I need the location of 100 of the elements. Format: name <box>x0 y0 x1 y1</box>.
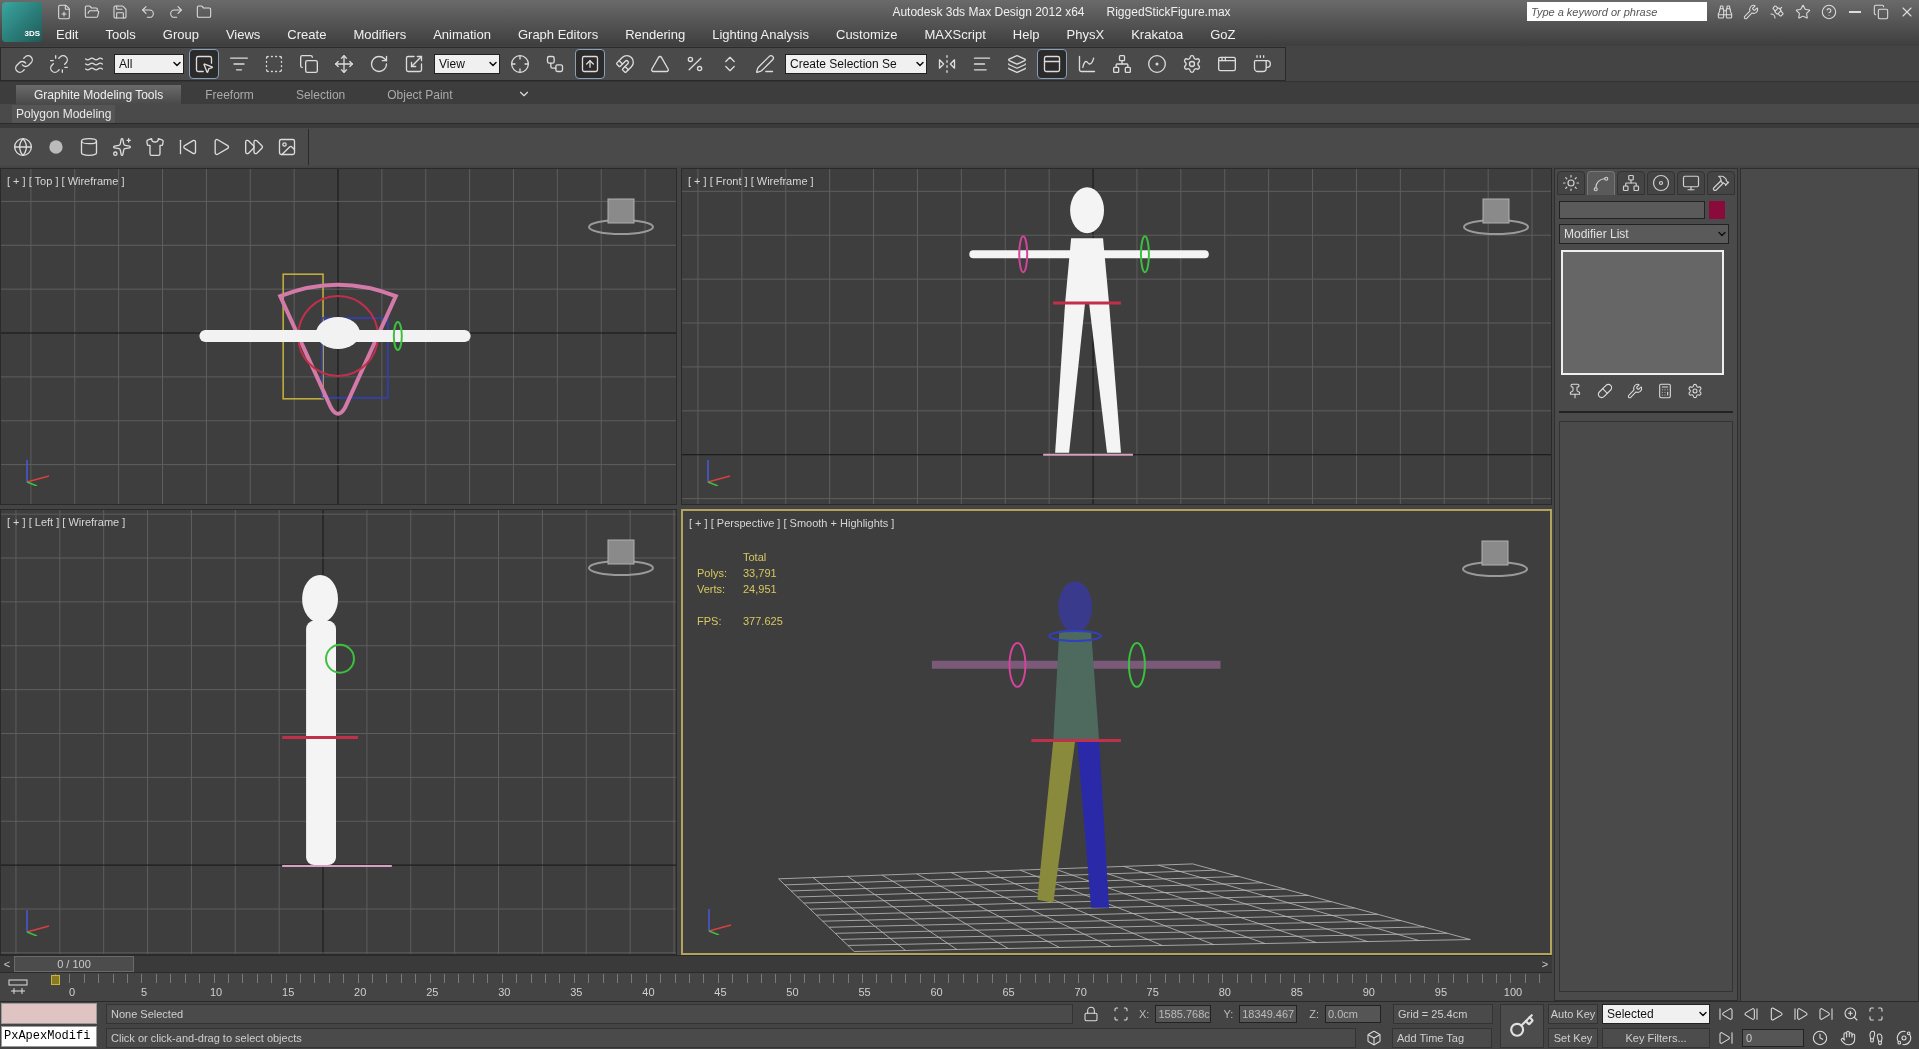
viewport-label[interactable]: [ + ] [ Left ] [ Wireframe ] <box>7 514 126 531</box>
menu-item[interactable]: MAXScript <box>924 24 986 45</box>
set-key-mode-button[interactable] <box>1500 1004 1544 1048</box>
viewport[interactable]: [ + ] [ Left ] [ Wireframe ] <box>0 509 677 955</box>
link-icon <box>14 53 34 74</box>
next-frame-button[interactable]: > <box>1538 956 1552 972</box>
search-icon <box>1717 3 1733 20</box>
frame-number: 70 <box>1074 986 1087 999</box>
stats-label: Verts: <box>697 582 727 597</box>
ribbon-panel-tab[interactable]: Polygon Modeling <box>12 104 116 123</box>
x-coordinate-field[interactable]: 1585.768c <box>1155 1005 1212 1023</box>
menu-item[interactable]: Help <box>1012 24 1040 45</box>
auto-key-button[interactable]: Auto Key <box>1548 1004 1598 1024</box>
open-file-icon <box>84 3 100 20</box>
track-bar-icon[interactable] <box>8 979 28 995</box>
viewport-label[interactable]: [ + ] [ Front ] [ Wireframe ] <box>688 173 814 190</box>
image-icon <box>277 137 297 157</box>
command-panel-tab[interactable] <box>1617 171 1645 195</box>
menu-item[interactable]: Krakatoa <box>1131 24 1184 45</box>
listener-input-field[interactable] <box>1 1003 97 1024</box>
shortcut-override-button[interactable] <box>575 48 605 79</box>
key-mode-dropdown[interactable]: Selected <box>1602 1004 1710 1024</box>
ribbon-tab[interactable]: Object Paint <box>369 85 471 104</box>
frame-number: 25 <box>426 986 439 999</box>
time-tag-field[interactable]: Add Time Tag <box>1392 1028 1492 1048</box>
modifier-stack[interactable] <box>1561 250 1724 375</box>
set-key-button[interactable]: Set Key <box>1548 1028 1598 1048</box>
app-logo[interactable]: 3DS <box>2 2 42 42</box>
key-filters-button[interactable]: Key Filters... <box>1602 1028 1710 1048</box>
viewport[interactable]: [ + ] [ Perspective ] [ Smooth + Highlights ] Total Polys: 33,791 Verts: 24,951 FPS: 377.625 <box>681 509 1552 955</box>
go-to-end-icon <box>1818 1006 1834 1022</box>
menu-item[interactable]: Rendering <box>625 24 686 45</box>
reference-coordinate-dropdown[interactable]: View <box>434 53 500 74</box>
frame-number: 40 <box>642 986 655 999</box>
menu-item[interactable]: Graph Editors <box>517 24 599 45</box>
select-object-button[interactable] <box>189 48 219 79</box>
stats-header: Total <box>743 550 768 565</box>
listener-output-field[interactable]: PxApexModifi <box>1 1026 97 1047</box>
previous-frame-button[interactable]: < <box>0 956 14 972</box>
menu-item[interactable]: Animation <box>433 24 491 45</box>
command-panel-tab[interactable] <box>1647 171 1675 195</box>
manipulate-icon <box>545 53 565 74</box>
menu-item[interactable]: PhysX <box>1066 24 1105 45</box>
y-coordinate-field[interactable]: 18349.467 <box>1239 1005 1298 1023</box>
frame-number: 95 <box>1434 986 1448 999</box>
menu-item[interactable]: Edit <box>56 24 79 45</box>
viewport-label[interactable]: [ + ] [ Top ] [ Wireframe ] <box>7 173 125 190</box>
grid-size-field: Grid = 25.4cm <box>1393 1004 1493 1024</box>
current-frame-field[interactable]: 0 <box>1742 1029 1804 1047</box>
menu-item[interactable]: Lighting Analysis <box>712 24 809 45</box>
coordinate-label: X: <box>1139 1006 1150 1022</box>
menu-item[interactable]: Modifiers <box>353 24 407 45</box>
snap-icon <box>615 53 635 74</box>
save-icon <box>112 3 128 20</box>
ribbon-tab[interactable]: Freeform <box>187 85 272 104</box>
viewport[interactable]: [ + ] [ Front ] [ Wireframe ] <box>681 168 1552 505</box>
remove-modifier-icon <box>1657 383 1673 399</box>
file-name: RiggedStickFigure.max <box>1106 3 1231 21</box>
walk-through-icon <box>1868 1030 1884 1046</box>
frame-number: 50 <box>786 986 799 999</box>
command-panel-tab[interactable] <box>1557 171 1585 195</box>
orbit-icon <box>1896 1030 1912 1046</box>
time-configuration-icon <box>1812 1030 1828 1046</box>
menu-item[interactable]: Tools <box>105 24 136 45</box>
object-name-field[interactable] <box>1559 201 1705 219</box>
menu-item[interactable]: Views <box>225 24 261 45</box>
time-slider-thumb[interactable]: 0 / 100 <box>14 956 134 972</box>
viewport-label[interactable]: [ + ] [ Perspective ] [ Smooth + Highlights ] <box>689 515 895 532</box>
viewport[interactable]: [ + ] [ Top ] [ Wireframe ] <box>0 168 677 505</box>
frame-number: 15 <box>282 986 295 999</box>
menu-item[interactable]: Customize <box>836 24 898 45</box>
menu-item[interactable]: Create <box>287 24 327 45</box>
modifier-list-dropdown[interactable]: Modifier List <box>1559 224 1729 244</box>
menu-item[interactable]: Group <box>162 24 199 45</box>
named-selection-dropdown[interactable]: Create Selection Se <box>785 53 927 74</box>
ribbon-toggle-button[interactable] <box>1037 48 1067 79</box>
window-crossing-icon <box>299 53 319 74</box>
window-title: Autodesk 3ds Max Design 2012 x64 <box>892 3 1085 21</box>
current-frame-marker[interactable] <box>51 975 60 985</box>
selection-filter-dropdown[interactable]: All <box>114 53 184 74</box>
command-panel-tab[interactable] <box>1707 171 1735 195</box>
search-field[interactable]: Type a keyword or phrase <box>1527 2 1707 21</box>
make-unique-icon <box>1627 383 1643 399</box>
object-color-swatch[interactable] <box>1709 201 1725 219</box>
time-slider-track[interactable]: < 0 / 100 > <box>0 955 1552 973</box>
stats-label: Polys: <box>697 566 728 581</box>
absolute-mode-icon <box>1113 1006 1129 1022</box>
schematic-view-icon <box>1112 53 1132 74</box>
ribbon-tab[interactable]: Selection <box>277 85 364 104</box>
frame-number: 100 <box>1503 986 1523 999</box>
ribbon-tab[interactable]: Graphite Modeling Tools <box>16 85 182 104</box>
render-setup-icon <box>1182 53 1202 74</box>
command-panel-tab[interactable] <box>1677 171 1705 195</box>
menu-item[interactable]: GoZ <box>1210 24 1236 45</box>
material-editor-icon <box>1147 53 1167 74</box>
command-panel-tab[interactable] <box>1587 171 1615 195</box>
wrench-icon <box>1743 3 1759 20</box>
z-coordinate-field[interactable]: 0.0cm <box>1325 1005 1381 1023</box>
key-icon <box>1509 1013 1535 1039</box>
sphere-icon <box>46 137 66 157</box>
